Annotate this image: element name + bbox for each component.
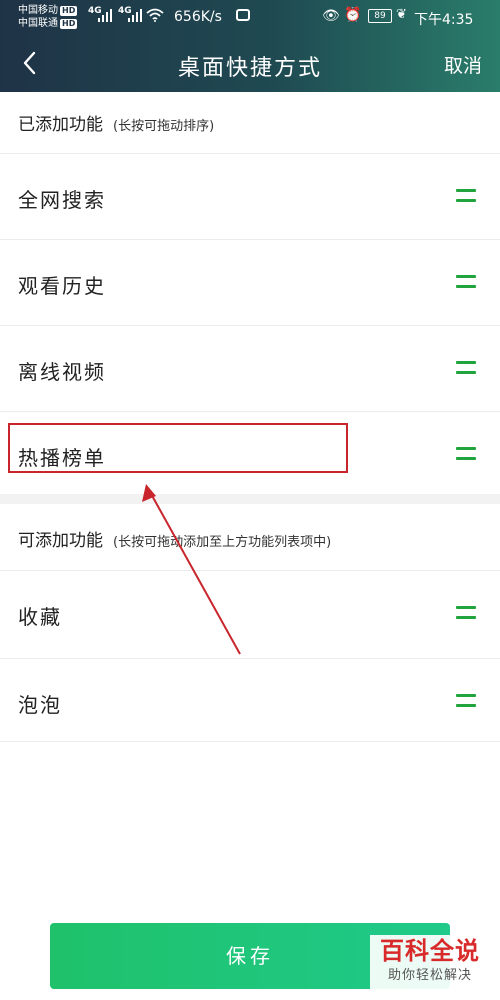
added-item-1[interactable]: 观看历史 <box>0 239 500 325</box>
drag-handle-icon[interactable] <box>456 694 476 708</box>
highlight-box <box>8 423 348 473</box>
alarm-icon: ⏰ <box>344 7 362 23</box>
page-title: 桌面快捷方式 <box>177 56 322 81</box>
available-section-title: 可添加功能 <box>18 531 103 551</box>
added-item-0[interactable]: 全网搜索 <box>0 153 500 239</box>
drag-handle-icon[interactable] <box>456 606 476 620</box>
added-section-header: 已添加功能 (长按可拖动排序) <box>0 92 500 154</box>
cancel-button[interactable]: 取消 <box>444 51 482 78</box>
drag-handle-icon[interactable] <box>456 447 476 461</box>
section-divider <box>0 494 500 504</box>
signal-bars-2-icon <box>128 9 142 22</box>
status-bar: 中国移动 HD 中国联通 HD 4G 4G 656K/s 👁 ⏰ 89 ❦ 下午… <box>0 0 500 36</box>
watermark-subtitle: 助你轻松解决 <box>387 968 472 983</box>
watermark-title: 百科全说 <box>380 937 480 965</box>
hd-badge-2: HD <box>60 19 78 29</box>
list-item-label: 离线视频 <box>18 360 106 384</box>
eye-icon: 👁 <box>322 8 340 24</box>
added-section-title: 已添加功能 <box>18 115 103 135</box>
added-item-2[interactable]: 离线视频 <box>0 325 500 411</box>
list-item-label: 全网搜索 <box>18 188 106 212</box>
list-item-label: 泡泡 <box>18 693 62 717</box>
drag-handle-icon[interactable] <box>456 275 476 289</box>
carrier-2-label: 中国联通 <box>18 18 58 29</box>
available-item-1[interactable]: 泡泡 <box>0 658 500 742</box>
available-section-title-wrap: 可添加功能 (长按可拖动添加至上方功能列表项中) <box>18 526 331 551</box>
available-section-hint: (长按可拖动添加至上方功能列表项中) <box>113 535 332 550</box>
clock: 下午4:35 <box>414 12 474 28</box>
network-speed: 656K/s <box>174 9 222 25</box>
top-bar: 中国移动 HD 中国联通 HD 4G 4G 656K/s 👁 ⏰ 89 ❦ 下午… <box>0 0 500 92</box>
tv-app-icon <box>236 9 250 21</box>
nav-header: 桌面快捷方式 取消 <box>0 36 500 92</box>
available-section-header: 可添加功能 (长按可拖动添加至上方功能列表项中) <box>0 504 500 570</box>
signal-bars-icon <box>98 9 112 22</box>
carrier-info: 中国移动 HD 中国联通 HD <box>18 4 78 30</box>
drag-handle-icon[interactable] <box>456 189 476 203</box>
wifi-icon <box>146 8 164 22</box>
list-item-label: 观看历史 <box>18 274 106 298</box>
battery-indicator: 89 <box>368 9 392 23</box>
added-section-hint: (长按可拖动排序) <box>113 119 215 134</box>
drag-handle-icon[interactable] <box>456 361 476 375</box>
list-item-label: 收藏 <box>18 605 62 629</box>
added-section-title-wrap: 已添加功能 (长按可拖动排序) <box>18 110 214 135</box>
leaf-icon: ❦ <box>396 7 407 22</box>
hd-badge-1: HD <box>60 6 78 16</box>
available-item-0[interactable]: 收藏 <box>0 570 500 658</box>
watermark: 百科全说 助你轻松解决 <box>370 935 490 995</box>
carrier-1-label: 中国移动 <box>18 5 58 16</box>
